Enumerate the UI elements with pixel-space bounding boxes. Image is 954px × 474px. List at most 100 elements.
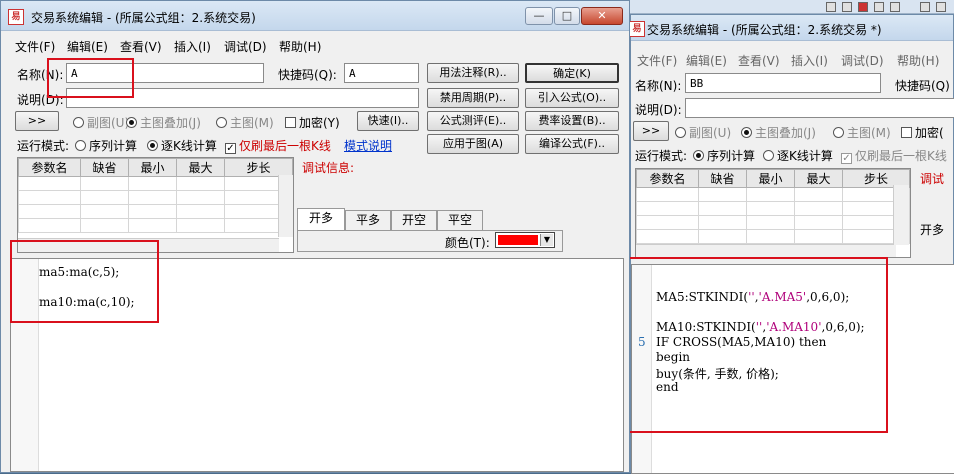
table-row[interactable] bbox=[18, 190, 293, 205]
tab-close-long[interactable]: 平多 bbox=[345, 210, 391, 230]
menu-edit[interactable]: 编辑(E) bbox=[67, 38, 108, 55]
bar-by-bar-radio[interactable]: 逐K线计算 bbox=[147, 137, 217, 154]
menu-help[interactable]: 帮助(H) bbox=[279, 38, 321, 55]
menu-insert[interactable]: 插入(I) bbox=[791, 52, 828, 69]
expand-button[interactable]: >> bbox=[15, 111, 59, 131]
title-bar[interactable]: 易 交易系统编辑 - (所属公式组：2.系统交易) — □ ✕ bbox=[1, 1, 629, 31]
disable-period-button[interactable]: 禁用周期(P).. bbox=[427, 88, 519, 108]
name-field[interactable]: BB bbox=[685, 73, 881, 93]
menu-debug[interactable]: 调试(D) bbox=[841, 52, 884, 69]
menu-edit[interactable]: 编辑(E) bbox=[686, 52, 727, 69]
radio-icon bbox=[675, 127, 686, 138]
main-overlay-radio[interactable]: 主图叠加(J) bbox=[741, 124, 816, 141]
tab-close-short[interactable]: 平空 bbox=[437, 210, 483, 230]
mode-help-link[interactable]: 模式说明 bbox=[344, 137, 392, 154]
code-line-4: begin bbox=[656, 350, 691, 364]
sequence-radio[interactable]: 序列计算 bbox=[75, 137, 137, 154]
usage-note-button[interactable]: 用法注释(R).. bbox=[427, 63, 519, 83]
param-vertical-scrollbar[interactable] bbox=[893, 185, 909, 245]
code-editor[interactable]: 5 MA5:STKINDI('','A.MA5',0,6,0); MA10:ST… bbox=[631, 264, 954, 474]
menu-bar: 文件(F) 编辑(E) 查看(V) 插入(I) 调试(D) 帮助(H) bbox=[631, 49, 953, 69]
bar-by-bar-radio[interactable]: 逐K线计算 bbox=[763, 147, 833, 164]
toolbar-icon[interactable] bbox=[936, 2, 946, 12]
description-label: 说明(D): bbox=[635, 103, 682, 117]
code-editor[interactable]: ma5:ma(c,5); ma10:ma(c,10); bbox=[10, 258, 624, 472]
main-chart-radio[interactable]: 主图(M) bbox=[216, 114, 274, 131]
table-row[interactable] bbox=[18, 176, 293, 191]
tab-open-short[interactable]: 开空 bbox=[391, 210, 437, 230]
title-bar[interactable]: 易 交易系统编辑 - (所属公式组：2.系统交易 *) bbox=[629, 15, 953, 41]
code-line-3: ma10:ma(c,10); bbox=[39, 295, 135, 309]
parameter-grid[interactable]: 参数名 缺省 最小 最大 步长 bbox=[17, 157, 294, 253]
main-overlay-label: 主图叠加(J) bbox=[755, 126, 816, 140]
toolbar-icon[interactable] bbox=[858, 2, 868, 12]
encrypt-checkbox[interactable]: 加密(Y) bbox=[285, 114, 340, 131]
formula-test-button[interactable]: 公式测评(E).. bbox=[427, 111, 519, 131]
toolbar-icon[interactable] bbox=[842, 2, 852, 12]
description-field[interactable] bbox=[685, 98, 954, 118]
window-title: 交易系统编辑 - (所属公式组：2.系统交易 *) bbox=[647, 23, 882, 37]
table-row[interactable] bbox=[636, 229, 910, 244]
sequence-label: 序列计算 bbox=[89, 139, 138, 153]
code-text: ,0,6,0); bbox=[821, 320, 865, 334]
tab-open-long[interactable]: 开多 bbox=[297, 208, 345, 230]
minimize-button[interactable]: — bbox=[525, 7, 553, 25]
toolbar-icon[interactable] bbox=[826, 2, 836, 12]
code-line-2: MA10:STKINDI('','A.MA10',0,6,0); bbox=[656, 320, 865, 334]
param-header-default: 缺省 bbox=[80, 158, 129, 177]
sub-chart-radio[interactable]: 副图(U) bbox=[73, 114, 129, 131]
param-horizontal-scrollbar[interactable] bbox=[18, 238, 279, 252]
app-icon: 易 bbox=[629, 21, 645, 37]
bar-by-bar-label: 逐K线计算 bbox=[161, 139, 217, 153]
ok-button[interactable]: 确定(K) bbox=[525, 63, 619, 83]
apply-to-chart-button[interactable]: 应用于图(A) bbox=[427, 134, 519, 154]
compile-formula-button[interactable]: 编译公式(F).. bbox=[525, 134, 619, 154]
toolbar-icon[interactable] bbox=[920, 2, 930, 12]
code-string: 'A.MA10' bbox=[766, 320, 822, 334]
description-label: 说明(D): bbox=[17, 93, 64, 107]
table-row[interactable] bbox=[18, 218, 293, 233]
last-bar-checkbox[interactable]: ✓ 仅刷最后一根K线 bbox=[841, 147, 947, 164]
color-picker[interactable]: ▼ bbox=[495, 232, 555, 248]
menu-debug[interactable]: 调试(D) bbox=[224, 38, 267, 55]
parameter-grid[interactable]: 参数名 缺省 最小 最大 步长 bbox=[635, 168, 911, 258]
description-field[interactable] bbox=[66, 88, 419, 108]
fee-settings-button[interactable]: 费率设置(B).. bbox=[525, 111, 619, 131]
sequence-radio[interactable]: 序列计算 bbox=[693, 147, 755, 164]
radio-icon bbox=[126, 117, 137, 128]
menu-file[interactable]: 文件(F) bbox=[15, 38, 55, 55]
table-row[interactable] bbox=[636, 215, 910, 230]
close-button[interactable]: ✕ bbox=[581, 7, 623, 25]
menu-insert[interactable]: 插入(I) bbox=[174, 38, 211, 55]
quick-button[interactable]: 快速(I).. bbox=[357, 111, 419, 131]
shortcut-field[interactable]: A bbox=[344, 63, 419, 83]
main-overlay-radio[interactable]: 主图叠加(J) bbox=[126, 114, 201, 131]
menu-help[interactable]: 帮助(H) bbox=[897, 52, 939, 69]
param-horizontal-scrollbar[interactable] bbox=[636, 244, 896, 257]
toolbar-icon[interactable] bbox=[874, 2, 884, 12]
main-chart-radio[interactable]: 主图(M) bbox=[833, 124, 891, 141]
param-header-name: 参数名 bbox=[636, 169, 699, 188]
param-header-name: 参数名 bbox=[18, 158, 81, 177]
radio-icon bbox=[75, 140, 86, 151]
table-row[interactable] bbox=[636, 201, 910, 216]
expand-button[interactable]: >> bbox=[633, 121, 669, 141]
encrypt-checkbox[interactable]: 加密( bbox=[901, 124, 944, 141]
run-mode-label: 运行模式: bbox=[17, 139, 70, 153]
menu-view[interactable]: 查看(V) bbox=[120, 38, 162, 55]
tab-open-long[interactable]: 开多 bbox=[920, 221, 944, 238]
sub-chart-label: 副图(U) bbox=[87, 116, 130, 130]
toolbar-icon[interactable] bbox=[890, 2, 900, 12]
maximize-button[interactable]: □ bbox=[554, 7, 580, 25]
table-row[interactable] bbox=[18, 204, 293, 219]
import-formula-button[interactable]: 引入公式(O).. bbox=[525, 88, 619, 108]
code-line-3: IF CROSS(MA5,MA10) then bbox=[656, 335, 827, 349]
menu-file[interactable]: 文件(F) bbox=[637, 52, 677, 69]
param-vertical-scrollbar[interactable] bbox=[278, 175, 293, 237]
name-field[interactable]: A bbox=[66, 63, 264, 83]
sub-chart-radio[interactable]: 副图(U) bbox=[675, 124, 731, 141]
last-bar-checkbox[interactable]: ✓ 仅刷最后一根K线 bbox=[225, 137, 331, 154]
table-row[interactable] bbox=[636, 187, 910, 202]
menu-view[interactable]: 查看(V) bbox=[738, 52, 780, 69]
window-title: 交易系统编辑 - (所属公式组：2.系统交易) bbox=[31, 11, 256, 25]
